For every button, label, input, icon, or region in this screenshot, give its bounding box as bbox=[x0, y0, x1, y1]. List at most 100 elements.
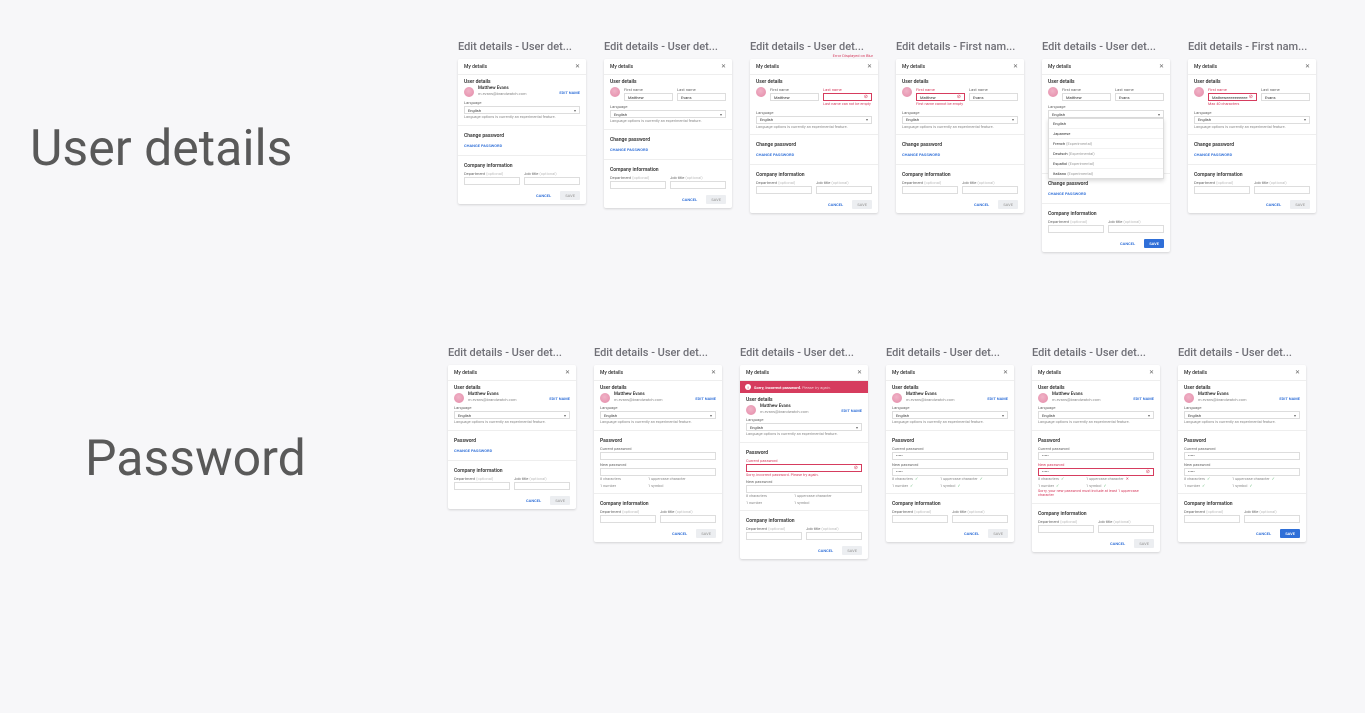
department-input[interactable] bbox=[610, 181, 666, 189]
last-name-input[interactable]: Evans bbox=[1261, 93, 1310, 101]
language-select[interactable]: English ▾ bbox=[610, 110, 726, 118]
new-password-input[interactable] bbox=[600, 468, 716, 476]
change-password-button[interactable]: CHANGE PASSWORD bbox=[454, 446, 492, 455]
job-title-input[interactable] bbox=[952, 515, 1008, 523]
language-select[interactable]: English ▾ bbox=[892, 411, 1008, 419]
cancel-button[interactable]: CANCEL bbox=[1115, 239, 1140, 248]
cancel-button[interactable]: CANCEL bbox=[969, 200, 994, 209]
last-name-input[interactable]: ⊘ bbox=[823, 93, 872, 101]
language-select[interactable]: English ▾ bbox=[746, 423, 862, 431]
job-title-input[interactable] bbox=[514, 482, 570, 490]
current-password-input[interactable]: ••••• bbox=[1038, 452, 1154, 460]
edit-name-button[interactable]: EDIT NAME bbox=[1133, 396, 1154, 401]
department-input[interactable] bbox=[1184, 515, 1240, 523]
first-name-input[interactable]: Matthew⊘ bbox=[916, 93, 965, 101]
first-name-input[interactable]: Matthew bbox=[624, 93, 673, 101]
first-name-input[interactable]: Matheweeeeeeeeee⊘ bbox=[1208, 93, 1257, 101]
language-option[interactable]: French (Experimental) bbox=[1049, 139, 1163, 149]
close-icon[interactable]: ✕ bbox=[565, 369, 570, 376]
save-button[interactable]: SAVE bbox=[1280, 529, 1300, 538]
cancel-button[interactable]: CANCEL bbox=[521, 496, 546, 505]
save-button[interactable]: SAVE bbox=[560, 191, 580, 200]
job-title-input[interactable] bbox=[524, 177, 580, 185]
department-input[interactable] bbox=[1038, 525, 1094, 533]
cancel-button[interactable]: CANCEL bbox=[677, 195, 702, 204]
edit-name-button[interactable]: EDIT NAME bbox=[559, 90, 580, 95]
language-select[interactable]: English ▾ bbox=[1038, 411, 1154, 419]
language-option[interactable]: Japanese bbox=[1049, 129, 1163, 139]
language-select[interactable]: English ▾ bbox=[1194, 116, 1310, 124]
department-input[interactable] bbox=[1048, 225, 1104, 233]
close-icon[interactable]: ✕ bbox=[1149, 369, 1154, 376]
job-title-input[interactable] bbox=[816, 186, 872, 194]
close-icon[interactable]: ✕ bbox=[711, 369, 716, 376]
current-password-input[interactable] bbox=[600, 452, 716, 460]
language-select[interactable]: English ▾ bbox=[600, 411, 716, 419]
edit-name-button[interactable]: EDIT NAME bbox=[695, 396, 716, 401]
edit-name-button[interactable]: EDIT NAME bbox=[1279, 396, 1300, 401]
edit-name-button[interactable]: EDIT NAME bbox=[841, 408, 862, 413]
save-button[interactable]: SAVE bbox=[988, 529, 1008, 538]
job-title-input[interactable] bbox=[962, 186, 1018, 194]
change-password-button[interactable]: CHANGE PASSWORD bbox=[610, 145, 648, 154]
department-input[interactable] bbox=[746, 532, 802, 540]
close-icon[interactable]: ✕ bbox=[867, 63, 872, 70]
language-option[interactable]: Deutsch (Experimental) bbox=[1049, 149, 1163, 159]
save-button[interactable]: SAVE bbox=[550, 496, 570, 505]
current-password-input[interactable]: ⊘ bbox=[746, 464, 862, 472]
language-select[interactable]: English ▾ bbox=[1184, 411, 1300, 419]
department-input[interactable] bbox=[892, 515, 948, 523]
language-option[interactable]: Italiano (Experimental) bbox=[1049, 169, 1163, 178]
close-icon[interactable]: ✕ bbox=[575, 63, 580, 70]
close-icon[interactable]: ✕ bbox=[1295, 369, 1300, 376]
change-password-button[interactable]: CHANGE PASSWORD bbox=[756, 150, 794, 159]
job-title-input[interactable] bbox=[670, 181, 726, 189]
first-name-input[interactable]: Matthew bbox=[1062, 93, 1111, 101]
save-button[interactable]: SAVE bbox=[706, 195, 726, 204]
job-title-input[interactable] bbox=[1108, 225, 1164, 233]
new-password-input[interactable]: •••••⊘ bbox=[1038, 468, 1154, 476]
save-button[interactable]: SAVE bbox=[842, 546, 862, 555]
change-password-button[interactable]: CHANGE PASSWORD bbox=[1048, 189, 1086, 198]
cancel-button[interactable]: CANCEL bbox=[667, 529, 692, 538]
job-title-input[interactable] bbox=[806, 532, 862, 540]
first-name-input[interactable]: Matthew bbox=[770, 93, 819, 101]
department-input[interactable] bbox=[1194, 186, 1250, 194]
last-name-input[interactable]: Evans bbox=[1115, 93, 1164, 101]
cancel-button[interactable]: CANCEL bbox=[1261, 200, 1286, 209]
language-option[interactable]: English bbox=[1049, 119, 1163, 129]
save-button[interactable]: SAVE bbox=[1144, 239, 1164, 248]
current-password-input[interactable]: ••••• bbox=[1184, 452, 1300, 460]
close-icon[interactable]: ✕ bbox=[1159, 63, 1164, 70]
change-password-button[interactable]: CHANGE PASSWORD bbox=[1194, 150, 1232, 159]
save-button[interactable]: SAVE bbox=[696, 529, 716, 538]
new-password-input[interactable]: ••••• bbox=[892, 468, 1008, 476]
language-select[interactable]: English ▾ bbox=[902, 116, 1018, 124]
job-title-input[interactable] bbox=[1254, 186, 1310, 194]
save-button[interactable]: SAVE bbox=[1134, 539, 1154, 548]
change-password-button[interactable]: CHANGE PASSWORD bbox=[902, 150, 940, 159]
save-button[interactable]: SAVE bbox=[852, 200, 872, 209]
close-icon[interactable]: ✕ bbox=[1305, 63, 1310, 70]
new-password-input[interactable] bbox=[746, 485, 862, 493]
close-icon[interactable]: ✕ bbox=[857, 369, 862, 376]
close-icon[interactable]: ✕ bbox=[1003, 369, 1008, 376]
language-select[interactable]: English ▾ bbox=[454, 411, 570, 419]
last-name-input[interactable]: Evans bbox=[677, 93, 726, 101]
last-name-input[interactable]: Evans bbox=[969, 93, 1018, 101]
department-input[interactable] bbox=[902, 186, 958, 194]
language-select[interactable]: English ▾ bbox=[756, 116, 872, 124]
close-icon[interactable]: ✕ bbox=[1013, 63, 1018, 70]
cancel-button[interactable]: CANCEL bbox=[531, 191, 556, 200]
language-select[interactable]: English▾ bbox=[1048, 110, 1164, 118]
cancel-button[interactable]: CANCEL bbox=[1251, 529, 1276, 538]
save-button[interactable]: SAVE bbox=[1290, 200, 1310, 209]
edit-name-button[interactable]: EDIT NAME bbox=[549, 396, 570, 401]
department-input[interactable] bbox=[756, 186, 812, 194]
new-password-input[interactable]: ••••• bbox=[1184, 468, 1300, 476]
close-icon[interactable]: ✕ bbox=[721, 63, 726, 70]
job-title-input[interactable] bbox=[1098, 525, 1154, 533]
cancel-button[interactable]: CANCEL bbox=[1105, 539, 1130, 548]
cancel-button[interactable]: CANCEL bbox=[959, 529, 984, 538]
cancel-button[interactable]: CANCEL bbox=[813, 546, 838, 555]
